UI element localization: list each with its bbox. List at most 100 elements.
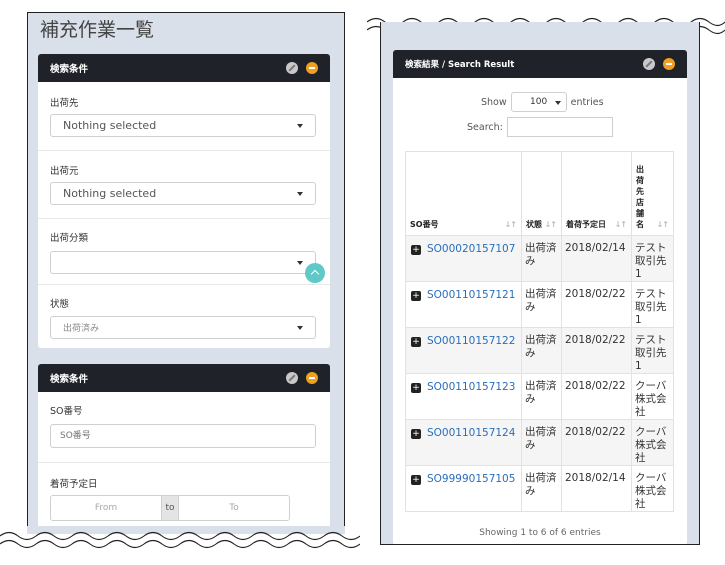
cell-store: クーバ株式会社 — [631, 419, 674, 466]
select-value: 100 — [530, 97, 548, 107]
table-row: + SO00020157107 出荷済み 2018/02/14 テスト取引先1 — [405, 235, 674, 282]
box-header: 検索結果 / Search Result — [393, 50, 687, 78]
cell-date: 2018/02/22 — [561, 281, 632, 328]
search-conditions-box-2: 検索条件 SO番号 着荷予定日 From to To — [38, 364, 330, 533]
cell-so: + SO00110157121 — [405, 281, 522, 328]
entries-label: entries — [570, 96, 604, 108]
so-number-link[interactable]: SO00110157121 — [427, 288, 515, 302]
cell-status: 出荷済み — [521, 281, 562, 328]
field-arrival-date: 着荷予定日 From to To — [38, 462, 330, 533]
sort-icon: ↓↑ — [544, 220, 557, 229]
cell-so: + SO00020157107 — [405, 235, 522, 282]
field-ship-to: 出荷先 Nothing selected — [38, 82, 330, 150]
table-row: + SO00110157123 出荷済み 2018/02/22 クーバ株式会社 — [405, 373, 674, 420]
expand-plus-icon[interactable]: + — [411, 291, 421, 301]
cell-store: クーバ株式会社 — [631, 465, 674, 512]
expand-plus-icon[interactable]: + — [411, 383, 421, 393]
field-ship-from: 出荷元 Nothing selected — [38, 150, 330, 219]
field-label: 着荷予定日 — [50, 479, 98, 490]
minimize-icon[interactable] — [306, 62, 318, 74]
table-info: Showing 1 to 6 of 6 entries — [479, 528, 601, 538]
cell-status: 出荷済み — [521, 235, 562, 282]
field-label: 出荷分類 — [50, 233, 89, 244]
caret-down-icon — [297, 192, 303, 196]
entries-length-select[interactable]: 100 — [510, 92, 567, 112]
col-header-date[interactable]: 着荷予定日 ↓↑ — [561, 151, 632, 236]
cell-date: 2018/02/14 — [561, 465, 632, 512]
so-number-input[interactable] — [50, 424, 316, 448]
length-control: Show 100 entries — [481, 92, 604, 112]
select-value: Nothing selected — [63, 187, 157, 200]
wrench-icon[interactable] — [643, 58, 655, 70]
cell-date: 2018/02/22 — [561, 373, 632, 420]
expand-plus-icon[interactable]: + — [411, 475, 421, 485]
table-search-input[interactable] — [506, 117, 613, 137]
box-header: 検索条件 — [38, 364, 330, 392]
expand-plus-icon[interactable]: + — [411, 337, 421, 347]
cell-so: + SO00110157124 — [405, 419, 522, 466]
scroll-top-button[interactable] — [305, 263, 325, 283]
minimize-icon[interactable] — [306, 372, 318, 384]
so-number-link[interactable]: SO99990157105 — [427, 472, 515, 486]
cell-status: 出荷済み — [521, 327, 562, 374]
cell-date: 2018/02/22 — [561, 419, 632, 466]
cell-store: テスト取引先1 — [631, 235, 674, 282]
torn-edge-bottom-left — [0, 526, 360, 549]
cell-date: 2018/02/22 — [561, 327, 632, 374]
search-label: Search: — [467, 121, 503, 133]
date-to-input[interactable]: To — [179, 496, 289, 520]
show-label: Show — [481, 96, 507, 108]
table-row: + SO99990157105 出荷済み 2018/02/14 クーバ株式会社 — [405, 465, 674, 512]
expand-plus-icon[interactable]: + — [411, 429, 421, 439]
field-label: 状態 — [50, 299, 70, 310]
field-ship-category: 出荷分類 — [38, 218, 330, 285]
table-row: + SO00110157121 出荷済み 2018/02/22 テスト取引先1 — [405, 281, 674, 328]
cell-date: 2018/02/14 — [561, 235, 632, 282]
select-value: Nothing selected — [63, 119, 157, 132]
box-title: 検索条件 — [50, 64, 89, 75]
ship-from-select[interactable]: Nothing selected — [50, 182, 316, 205]
caret-down-icon — [297, 326, 303, 330]
select-value: 出荷済み — [63, 324, 100, 334]
field-status: 状態 出荷済み — [38, 284, 330, 349]
cell-status: 出荷済み — [521, 465, 562, 512]
wrench-icon[interactable] — [286, 372, 298, 384]
sort-icon: ↓↑ — [614, 220, 627, 229]
col-header-so[interactable]: SO番号 ↓↑ — [405, 151, 522, 236]
right-screenshot-panel: 検索結果 / Search Result Show 100 entries Se… — [380, 22, 700, 545]
box-title: 検索結果 / Search Result — [405, 60, 515, 70]
date-range-separator: to — [161, 496, 179, 520]
field-label: 出荷先 — [50, 98, 79, 109]
box-title: 検索条件 — [50, 374, 89, 385]
ship-to-select[interactable]: Nothing selected — [50, 114, 316, 137]
page-title: 補充作業一覧 — [40, 19, 155, 41]
cell-store: クーバ株式会社 — [631, 373, 674, 420]
table-row: + SO00110157124 出荷済み 2018/02/22 クーバ株式会社 — [405, 419, 674, 466]
minimize-icon[interactable] — [663, 58, 675, 70]
search-conditions-box: 検索条件 出荷先 Nothing selected 出荷元 Nothing se… — [38, 54, 330, 348]
results-table: SO番号 ↓↑ 状態 ↓↑ 着荷予定日 ↓↑ 出荷先店舗名 ↓↑ + SO00020157… — [405, 151, 674, 512]
expand-plus-icon[interactable]: + — [411, 245, 421, 255]
field-label: 出荷元 — [50, 166, 79, 177]
so-number-link[interactable]: SO00110157122 — [427, 334, 515, 348]
sort-icon: ↓↑ — [504, 220, 517, 229]
cell-store: テスト取引先1 — [631, 281, 674, 328]
caret-down-icon — [297, 261, 303, 265]
cell-status: 出荷済み — [521, 419, 562, 466]
cell-so: + SO00110157123 — [405, 373, 522, 420]
field-label: SO番号 — [50, 406, 83, 417]
box-header: 検索条件 — [38, 54, 330, 82]
date-from-input[interactable]: From — [51, 496, 161, 520]
so-number-link[interactable]: SO00020157107 — [427, 242, 515, 256]
col-header-store[interactable]: 出荷先店舗名 ↓↑ — [631, 151, 674, 236]
so-number-link[interactable]: SO00110157124 — [427, 426, 515, 440]
ship-category-select[interactable] — [50, 251, 316, 274]
col-header-status[interactable]: 状態 ↓↑ — [521, 151, 562, 236]
wrench-icon[interactable] — [286, 62, 298, 74]
arrival-date-range: From to To — [50, 495, 290, 521]
status-select[interactable]: 出荷済み — [50, 316, 316, 339]
caret-down-icon — [554, 101, 561, 105]
cell-status: 出荷済み — [521, 373, 562, 420]
so-number-link[interactable]: SO00110157123 — [427, 380, 515, 394]
cell-store: テスト取引先1 — [631, 327, 674, 374]
